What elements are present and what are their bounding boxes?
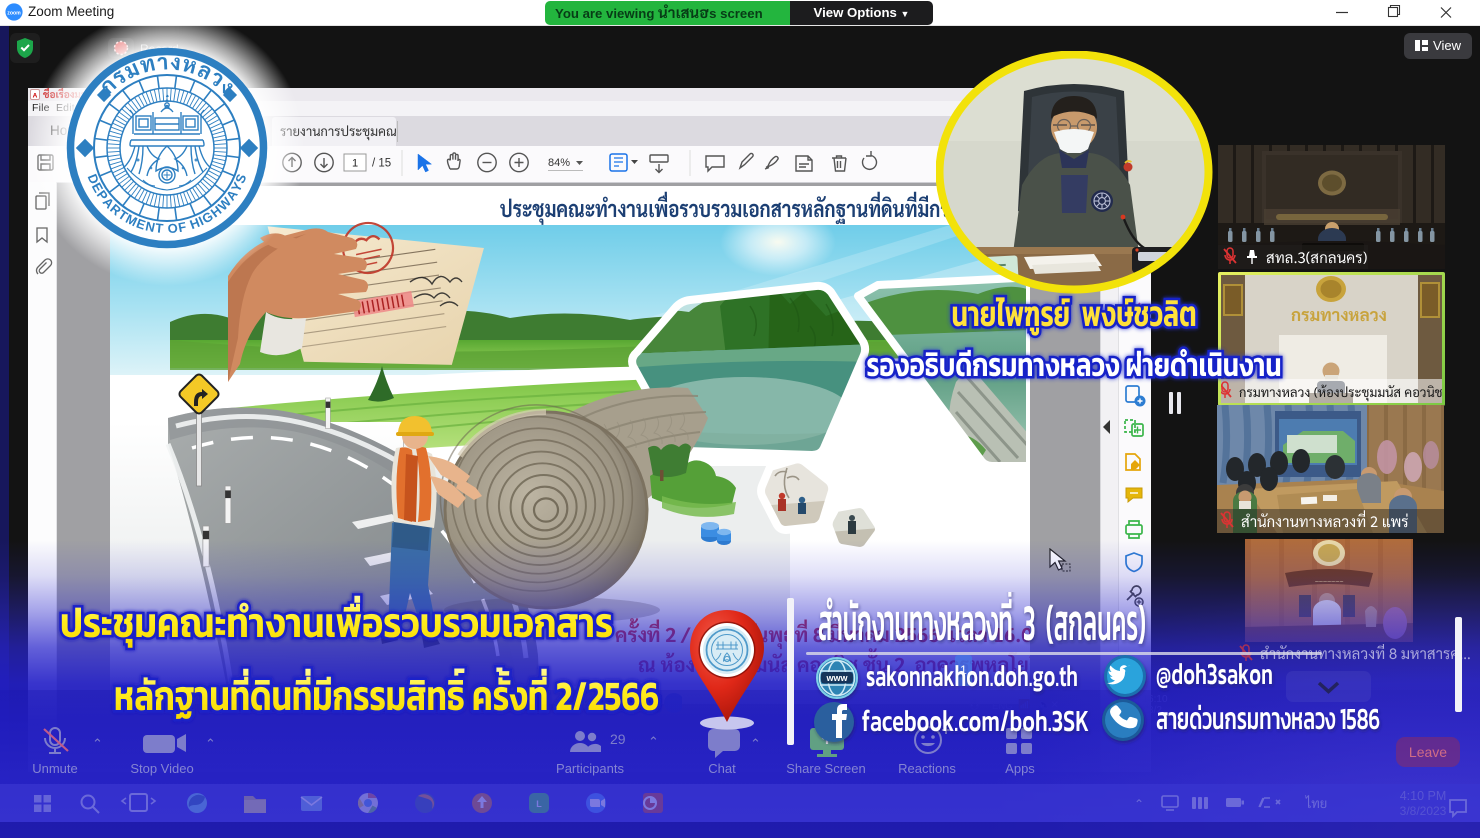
svg-text:zoom: zoom xyxy=(7,11,21,17)
svg-text:'s screen: 's screen xyxy=(706,6,763,21)
svg-text:1: 1 xyxy=(352,158,358,170)
svg-text:84%: 84% xyxy=(548,157,570,169)
svg-text:www: www xyxy=(825,673,848,683)
svg-text:/ 15: / 15 xyxy=(372,158,391,170)
svg-text:You are viewing: You are viewing xyxy=(555,6,654,21)
